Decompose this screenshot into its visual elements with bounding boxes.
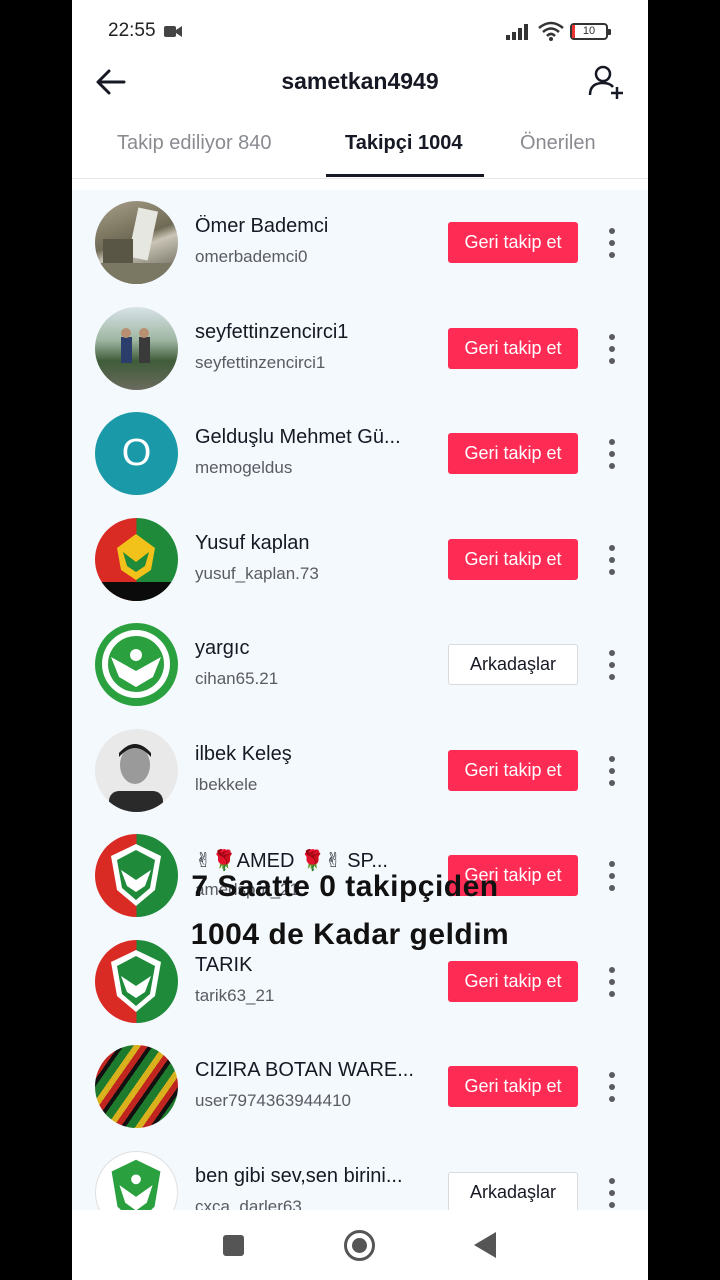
avatar[interactable]: [95, 1045, 178, 1128]
follower-name[interactable]: Ömer Bademci: [195, 215, 328, 238]
avatar[interactable]: [95, 201, 178, 284]
more-options-icon[interactable]: [606, 1070, 618, 1104]
follower-name[interactable]: ilbek Keleş: [195, 743, 292, 766]
follower-handle: lbekkele: [195, 774, 258, 794]
avatar[interactable]: O: [95, 412, 178, 495]
follower-handle: user7974363944410: [195, 1091, 351, 1110]
tab-followers[interactable]: Takipçi 1004: [345, 132, 462, 155]
more-options-icon[interactable]: [606, 226, 618, 260]
recent-apps-icon[interactable]: [223, 1235, 244, 1256]
follower-name[interactable]: seyfettinzencirci1: [195, 321, 348, 344]
more-options-icon[interactable]: [606, 648, 618, 682]
amedspor-logo-icon: [102, 630, 170, 698]
more-options-icon[interactable]: [606, 332, 618, 366]
screen: 22:55 10 sametkan4949 Takip ediliyor 840…: [72, 0, 648, 1280]
video-caption-line-2: 1004 de Kadar geldim: [190, 918, 510, 951]
header: sametkan4949: [72, 55, 648, 110]
follow-back-button[interactable]: Geri takip et: [448, 433, 578, 474]
active-tab-indicator: [326, 174, 484, 177]
follower-handle: yusuf_kaplan.73: [195, 563, 319, 583]
follow-back-button[interactable]: Geri takip et: [448, 327, 578, 369]
follow-back-button[interactable]: Geri takip et: [448, 538, 578, 580]
follower-name[interactable]: Gelduşlu Mehmet Gü...: [195, 426, 401, 449]
list-item[interactable]: CIZIRA BOTAN WARE... user7974363944410 G…: [72, 1034, 648, 1139]
list-item[interactable]: O Gelduşlu Mehmet Gü... memogeldus Geri …: [72, 401, 648, 506]
list-item[interactable]: ben gibi sev,sen birini... cxca_darler63…: [72, 1140, 648, 1211]
follower-name[interactable]: yargıc: [195, 637, 249, 660]
amedspor-logo-icon: [111, 1159, 161, 1210]
avatar[interactable]: [95, 728, 178, 812]
avatar-photo: [95, 207, 178, 284]
friends-button[interactable]: Arkadaşlar: [448, 644, 578, 685]
status-bar: 22:55 10: [72, 0, 648, 60]
follower-name[interactable]: CIZIRA BOTAN WARE...: [195, 1059, 414, 1082]
signal-icon: [506, 24, 528, 40]
follower-handle: omerbademci0: [195, 247, 308, 266]
tab-suggested[interactable]: Önerilen: [520, 132, 596, 155]
amedspor-logo-icon: [95, 533, 178, 601]
tab-following[interactable]: Takip ediliyor 840: [117, 132, 272, 155]
follow-back-button[interactable]: Geri takip et: [448, 749, 578, 791]
follower-handle: cihan65.21: [195, 669, 279, 688]
follower-handle: seyfettinzencirci1: [195, 352, 326, 372]
list-item[interactable]: Yusuf kaplan yusuf_kaplan.73 Geri takip …: [72, 507, 648, 612]
follower-name[interactable]: ben gibi sev,sen birini...: [195, 1165, 403, 1188]
home-icon[interactable]: [344, 1230, 375, 1261]
avatar[interactable]: [95, 517, 178, 601]
follower-name[interactable]: TARIK: [195, 954, 252, 977]
add-user-icon[interactable]: [588, 63, 626, 101]
list-item[interactable]: Ömer Bademci omerbademci0 Geri takip et: [72, 190, 648, 295]
more-options-icon[interactable]: [606, 1176, 618, 1210]
list-item[interactable]: ilbek Keleş lbekkele Geri takip et: [72, 718, 648, 823]
wifi-icon: [538, 21, 564, 41]
follower-handle: cxca_darler63: [195, 1196, 302, 1211]
more-options-icon[interactable]: [606, 437, 618, 471]
follow-back-button[interactable]: Geri takip et: [448, 1066, 578, 1107]
friends-button[interactable]: Arkadaşlar: [448, 1171, 578, 1210]
avatar-photo: [121, 327, 150, 363]
follower-handle: memogeldus: [195, 458, 293, 477]
followers-list[interactable]: Ömer Bademci omerbademci0 Geri takip et …: [72, 190, 648, 1210]
status-time: 22:55: [108, 20, 156, 41]
nav-back-icon[interactable]: [474, 1232, 496, 1258]
more-options-icon[interactable]: [606, 543, 618, 577]
list-item[interactable]: yargıc cihan65.21 Arkadaşlar: [72, 612, 648, 717]
avatar-letter: O: [121, 432, 152, 474]
follower-handle: tarik63_21: [195, 985, 275, 1005]
more-options-icon[interactable]: [606, 754, 618, 788]
battery-icon: 10: [570, 23, 611, 40]
follower-name[interactable]: Yusuf kaplan: [195, 532, 310, 555]
more-options-icon[interactable]: [606, 965, 618, 999]
video-camera-icon: [164, 26, 182, 37]
list-item[interactable]: seyfettinzencirci1 seyfettinzencirci1 Ge…: [72, 296, 648, 401]
page-title: sametkan4949: [281, 68, 439, 94]
follow-back-button[interactable]: Geri takip et: [448, 960, 578, 1002]
video-caption-line-1: 7 Saatte 0 takipçiden: [191, 870, 499, 903]
follow-back-button[interactable]: Geri takip et: [448, 222, 578, 263]
battery-level: 10: [582, 25, 596, 37]
avatar[interactable]: [95, 1150, 178, 1210]
tab-bar: Takip ediliyor 840 Takipçi 1004 Önerilen: [72, 115, 648, 179]
avatar[interactable]: [95, 623, 178, 706]
avatar-photo: [109, 743, 163, 812]
avatar[interactable]: [95, 306, 178, 390]
system-nav-bar: [72, 1210, 648, 1280]
